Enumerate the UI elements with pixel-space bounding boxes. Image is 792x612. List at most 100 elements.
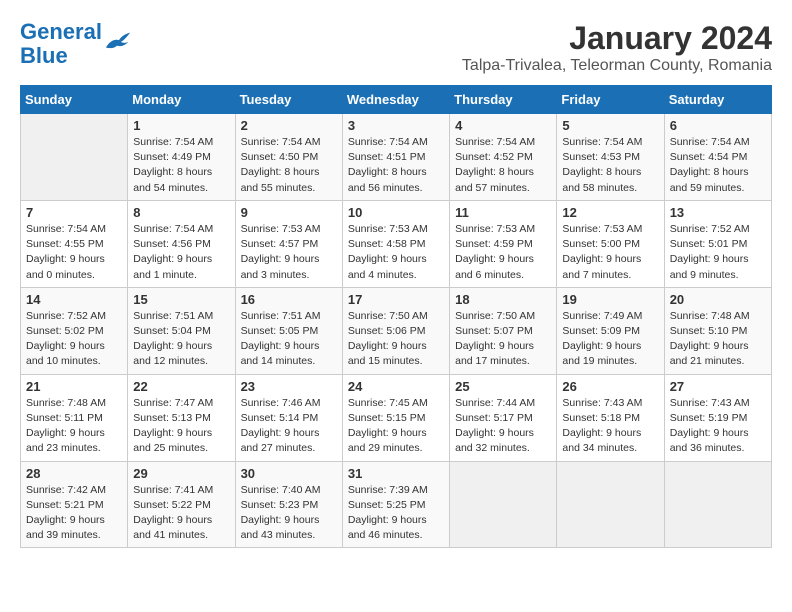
calendar-cell: 6 Sunrise: 7:54 AMSunset: 4:54 PMDaylight…	[664, 114, 771, 201]
day-info: Sunrise: 7:44 AMSunset: 5:17 PMDaylight:…	[455, 396, 551, 457]
day-number: 14	[26, 292, 122, 307]
day-info: Sunrise: 7:46 AMSunset: 5:14 PMDaylight:…	[241, 396, 337, 457]
calendar-cell: 19Sunrise: 7:49 AMSunset: 5:09 PMDayligh…	[557, 287, 664, 374]
col-sunday: Sunday	[21, 86, 128, 114]
day-info: Sunrise: 7:54 AMSunset: 4:53 PMDaylight:…	[562, 135, 658, 196]
day-info: Sunrise: 7:53 AMSunset: 5:00 PMDaylight:…	[562, 222, 658, 283]
calendar-cell: 14 Sunrise: 7:52 AMSunset: 5:02 PMDayligh…	[21, 287, 128, 374]
calendar-cell: 18 Sunrise: 7:50 AMSunset: 5:07 PMDayligh…	[450, 287, 557, 374]
day-info: Sunrise: 7:53 AMSunset: 4:57 PMDaylight:…	[241, 222, 337, 283]
day-number: 13	[670, 205, 766, 220]
calendar-cell: 3 Sunrise: 7:54 AMSunset: 4:51 PMDaylight…	[342, 114, 449, 201]
day-number: 18	[455, 292, 551, 307]
calendar-cell: 15 Sunrise: 7:51 AMSunset: 5:04 PMDayligh…	[128, 287, 235, 374]
day-number: 15	[133, 292, 229, 307]
calendar-cell: 30Sunrise: 7:40 AMSunset: 5:23 PMDayligh…	[235, 461, 342, 548]
calendar-cell: 31 Sunrise: 7:39 AMSunset: 5:25 PMDayligh…	[342, 461, 449, 548]
day-info: Sunrise: 7:41 AMSunset: 5:22 PMDaylight:…	[133, 483, 229, 544]
day-info: Sunrise: 7:40 AMSunset: 5:23 PMDaylight:…	[241, 483, 337, 544]
calendar-cell: 17 Sunrise: 7:50 AMSunset: 5:06 PMDayligh…	[342, 287, 449, 374]
day-info: Sunrise: 7:53 AMSunset: 4:58 PMDaylight:…	[348, 222, 444, 283]
day-info: Sunrise: 7:54 AMSunset: 4:55 PMDaylight:…	[26, 222, 122, 283]
calendar-cell: 5 Sunrise: 7:54 AMSunset: 4:53 PMDaylight…	[557, 114, 664, 201]
week-row-4: 21Sunrise: 7:48 AMSunset: 5:11 PMDayligh…	[21, 374, 772, 461]
day-info: Sunrise: 7:48 AMSunset: 5:10 PMDaylight:…	[670, 309, 766, 370]
day-info: Sunrise: 7:43 AMSunset: 5:18 PMDaylight:…	[562, 396, 658, 457]
day-number: 3	[348, 118, 444, 133]
week-row-5: 28Sunrise: 7:42 AMSunset: 5:21 PMDayligh…	[21, 461, 772, 548]
day-info: Sunrise: 7:54 AMSunset: 4:51 PMDaylight:…	[348, 135, 444, 196]
day-info: Sunrise: 7:50 AMSunset: 5:07 PMDaylight:…	[455, 309, 551, 370]
col-friday: Friday	[557, 86, 664, 114]
day-number: 6	[670, 118, 766, 133]
day-info: Sunrise: 7:54 AMSunset: 4:50 PMDaylight:…	[241, 135, 337, 196]
day-info: Sunrise: 7:51 AMSunset: 5:05 PMDaylight:…	[241, 309, 337, 370]
day-number: 12	[562, 205, 658, 220]
day-number: 5	[562, 118, 658, 133]
logo-general: General	[20, 19, 102, 44]
day-info: Sunrise: 7:53 AMSunset: 4:59 PMDaylight:…	[455, 222, 551, 283]
calendar-cell: 20Sunrise: 7:48 AMSunset: 5:10 PMDayligh…	[664, 287, 771, 374]
logo-bird-icon	[104, 30, 132, 52]
day-info: Sunrise: 7:52 AMSunset: 5:02 PMDaylight:…	[26, 309, 122, 370]
week-row-1: 1 Sunrise: 7:54 AMSunset: 4:49 PMDaylight…	[21, 114, 772, 201]
calendar-cell: 27 Sunrise: 7:43 AMSunset: 5:19 PMDayligh…	[664, 374, 771, 461]
calendar-cell: 10 Sunrise: 7:53 AMSunset: 4:58 PMDayligh…	[342, 200, 449, 287]
day-info: Sunrise: 7:48 AMSunset: 5:11 PMDaylight:…	[26, 396, 122, 457]
day-number: 7	[26, 205, 122, 220]
calendar-cell: 28Sunrise: 7:42 AMSunset: 5:21 PMDayligh…	[21, 461, 128, 548]
calendar-cell: 11 Sunrise: 7:53 AMSunset: 4:59 PMDayligh…	[450, 200, 557, 287]
logo-text: General Blue	[20, 20, 102, 68]
calendar-cell	[664, 461, 771, 548]
day-info: Sunrise: 7:43 AMSunset: 5:19 PMDaylight:…	[670, 396, 766, 457]
day-info: Sunrise: 7:39 AMSunset: 5:25 PMDaylight:…	[348, 483, 444, 544]
day-number: 23	[241, 379, 337, 394]
title-area: January 2024 Talpa-Trivalea, Teleorman C…	[462, 20, 772, 75]
day-number: 25	[455, 379, 551, 394]
col-thursday: Thursday	[450, 86, 557, 114]
calendar-cell: 25 Sunrise: 7:44 AMSunset: 5:17 PMDayligh…	[450, 374, 557, 461]
calendar-cell: 8Sunrise: 7:54 AMSunset: 4:56 PMDaylight…	[128, 200, 235, 287]
day-info: Sunrise: 7:52 AMSunset: 5:01 PMDaylight:…	[670, 222, 766, 283]
day-number: 27	[670, 379, 766, 394]
logo-blue: Blue	[20, 43, 68, 68]
calendar-cell: 22 Sunrise: 7:47 AMSunset: 5:13 PMDayligh…	[128, 374, 235, 461]
day-number: 22	[133, 379, 229, 394]
day-info: Sunrise: 7:45 AMSunset: 5:15 PMDaylight:…	[348, 396, 444, 457]
calendar-cell: 13 Sunrise: 7:52 AMSunset: 5:01 PMDayligh…	[664, 200, 771, 287]
day-number: 9	[241, 205, 337, 220]
calendar-cell: 7 Sunrise: 7:54 AMSunset: 4:55 PMDaylight…	[21, 200, 128, 287]
col-wednesday: Wednesday	[342, 86, 449, 114]
day-info: Sunrise: 7:51 AMSunset: 5:04 PMDaylight:…	[133, 309, 229, 370]
calendar-cell: 24 Sunrise: 7:45 AMSunset: 5:15 PMDayligh…	[342, 374, 449, 461]
day-number: 31	[348, 466, 444, 481]
day-info: Sunrise: 7:54 AMSunset: 4:54 PMDaylight:…	[670, 135, 766, 196]
col-saturday: Saturday	[664, 86, 771, 114]
day-info: Sunrise: 7:54 AMSunset: 4:49 PMDaylight:…	[133, 135, 229, 196]
calendar-cell: 1 Sunrise: 7:54 AMSunset: 4:49 PMDaylight…	[128, 114, 235, 201]
day-number: 24	[348, 379, 444, 394]
calendar-cell	[450, 461, 557, 548]
day-number: 10	[348, 205, 444, 220]
week-row-2: 7 Sunrise: 7:54 AMSunset: 4:55 PMDaylight…	[21, 200, 772, 287]
day-info: Sunrise: 7:54 AMSunset: 4:52 PMDaylight:…	[455, 135, 551, 196]
calendar-table: Sunday Monday Tuesday Wednesday Thursday…	[20, 85, 772, 548]
calendar-cell: 12 Sunrise: 7:53 AMSunset: 5:00 PMDayligh…	[557, 200, 664, 287]
day-info: Sunrise: 7:47 AMSunset: 5:13 PMDaylight:…	[133, 396, 229, 457]
day-number: 17	[348, 292, 444, 307]
day-info: Sunrise: 7:42 AMSunset: 5:21 PMDaylight:…	[26, 483, 122, 544]
calendar-cell: 9 Sunrise: 7:53 AMSunset: 4:57 PMDaylight…	[235, 200, 342, 287]
calendar-cell: 21Sunrise: 7:48 AMSunset: 5:11 PMDayligh…	[21, 374, 128, 461]
calendar-cell: 2Sunrise: 7:54 AMSunset: 4:50 PMDaylight…	[235, 114, 342, 201]
calendar-cell: 16Sunrise: 7:51 AMSunset: 5:05 PMDayligh…	[235, 287, 342, 374]
col-monday: Monday	[128, 86, 235, 114]
day-number: 4	[455, 118, 551, 133]
calendar-cell: 23 Sunrise: 7:46 AMSunset: 5:14 PMDayligh…	[235, 374, 342, 461]
day-number: 29	[133, 466, 229, 481]
day-info: Sunrise: 7:50 AMSunset: 5:06 PMDaylight:…	[348, 309, 444, 370]
logo: General Blue	[20, 20, 132, 68]
day-number: 8	[133, 205, 229, 220]
calendar-title: January 2024	[462, 20, 772, 57]
day-number: 11	[455, 205, 551, 220]
day-number: 1	[133, 118, 229, 133]
